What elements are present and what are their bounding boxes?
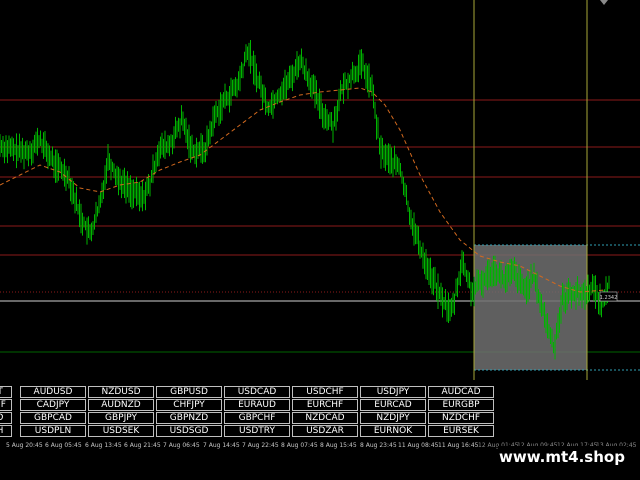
symbol-button-chfjpy[interactable]: CHFJPY [156,399,222,411]
time-label: 11 Aug 16:45 [438,442,479,449]
symbol-button-audusd[interactable]: AUDUSD [20,386,86,398]
symbol-button-usdtry[interactable]: USDTRY [224,425,290,437]
symbol-button-nzdcad[interactable]: NZDCAD [292,412,358,424]
symbol-button-d[interactable]: D [0,412,12,424]
price-chart[interactable]: 1.2342 [0,0,640,380]
time-label: 7 Aug 14:45 [203,442,240,449]
time-label: 8 Aug 15:45 [320,442,357,449]
symbol-button-gbpchf[interactable]: GBPCHF [224,412,290,424]
symbol-button-usdsgd[interactable]: USDSGD [156,425,222,437]
symbol-button-gbpcad[interactable]: GBPCAD [20,412,86,424]
symbol-button-gbpnzd[interactable]: GBPNZD [156,412,222,424]
symbol-button-nzdjpy[interactable]: NZDJPY [360,412,426,424]
symbol-button-hf[interactable]: HF [0,399,12,411]
time-label: 8 Aug 23:45 [360,442,397,449]
symbol-button-audcad[interactable]: AUDCAD [428,386,494,398]
time-label: 11 Aug 08:45 [398,442,439,449]
symbol-button-usdzar[interactable]: USDZAR [292,425,358,437]
symbol-button-audnzd[interactable]: AUDNZD [88,399,154,411]
symbol-button-t[interactable]: T [0,386,12,398]
range-box [474,245,587,370]
symbol-button-eursek[interactable]: EURSEK [428,425,494,437]
symbol-button-eurchf[interactable]: EURCHF [292,399,358,411]
symbol-button-h[interactable]: H [0,425,12,437]
time-label: 6 Aug 21:45 [124,442,161,449]
symbol-button-usdsek[interactable]: USDSEK [88,425,154,437]
symbol-button-usdpln[interactable]: USDPLN [20,425,86,437]
time-label: 7 Aug 22:45 [242,442,279,449]
symbol-button-usdcad[interactable]: USDCAD [224,386,290,398]
chart-shift-marker-icon [600,0,608,5]
symbol-button-cadjpy[interactable]: CADJPY [20,399,86,411]
symbol-button-eurnok[interactable]: EURNOK [360,425,426,437]
symbol-button-usdchf[interactable]: USDCHF [292,386,358,398]
price-tag-label: 1.2342 [600,295,618,301]
time-label: 6 Aug 05:45 [45,442,82,449]
symbol-button-euraud[interactable]: EURAUD [224,399,290,411]
time-label: 8 Aug 07:45 [281,442,318,449]
symbol-button-gbpjpy[interactable]: GBPJPY [88,412,154,424]
symbol-button-eurgbp[interactable]: EURGBP [428,399,494,411]
time-label: 7 Aug 06:45 [163,442,200,449]
symbol-button-grid: TAUDUSDNZDUSDGBPUSDUSDCADUSDCHFUSDJPYAUD… [0,386,500,440]
time-label: 6 Aug 13:45 [85,442,122,449]
symbol-button-nzdusd[interactable]: NZDUSD [88,386,154,398]
symbol-button-gbpusd[interactable]: GBPUSD [156,386,222,398]
watermark: www.mt4.shop [498,446,626,468]
symbol-button-eurcad[interactable]: EURCAD [360,399,426,411]
symbol-button-usdjpy[interactable]: USDJPY [360,386,426,398]
time-label: 5 Aug 20:45 [6,442,43,449]
symbol-button-nzdchf[interactable]: NZDCHF [428,412,494,424]
